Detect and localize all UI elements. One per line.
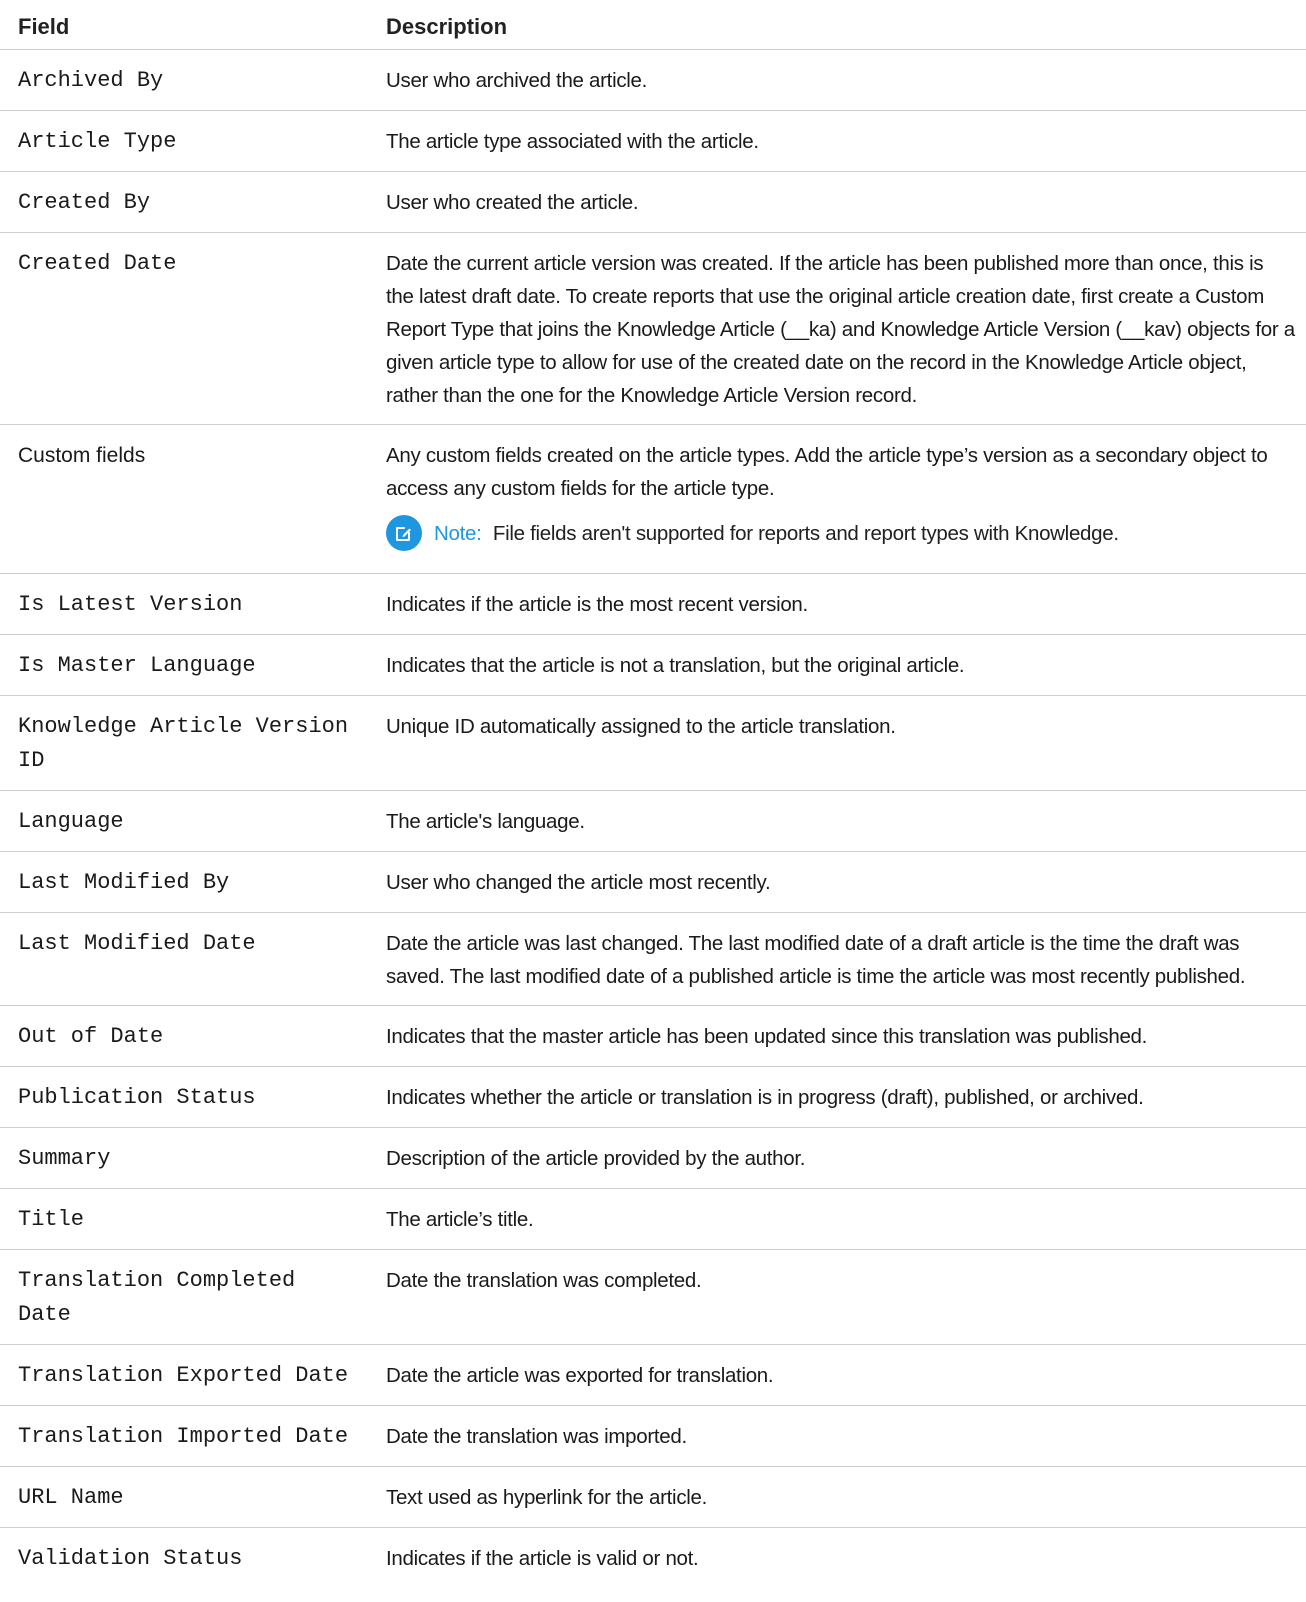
table-row: Translation Completed Date Date the tran… <box>0 1249 1306 1345</box>
field-name: Is Master Language <box>18 653 256 678</box>
field-name: Archived By <box>18 68 164 93</box>
table-row: Last Modified By User who changed the ar… <box>0 851 1306 913</box>
field-name: Last Modified Date <box>18 931 256 956</box>
table-row: Knowledge Article Version ID Unique ID a… <box>0 695 1306 791</box>
field-column-header: Field <box>0 0 368 50</box>
table-row: Created By User who created the article. <box>0 171 1306 233</box>
field-description: Date the article was last changed. The l… <box>386 932 1246 988</box>
table-header-row: Field Description <box>0 0 1306 50</box>
field-name: Created By <box>18 190 151 215</box>
field-description: Indicates if the article is valid or not… <box>386 1547 699 1570</box>
table-row: Language The article's language. <box>0 790 1306 852</box>
note-label: Note: <box>434 521 482 545</box>
table-row: Translation Imported Date Date the trans… <box>0 1405 1306 1467</box>
field-name: URL Name <box>18 1485 124 1510</box>
field-name: Created Date <box>18 251 177 276</box>
field-description: Indicates that the master article has be… <box>386 1025 1148 1048</box>
field-name: Translation Completed Date <box>18 1268 296 1327</box>
table-row: Title The article’s title. <box>0 1188 1306 1250</box>
field-description-table: Field Description Archived By User who a… <box>0 0 1306 1588</box>
field-description: Date the translation was completed. <box>386 1269 702 1292</box>
description-column-header: Description <box>368 0 1306 50</box>
field-name: Is Latest Version <box>18 592 243 617</box>
field-name: Knowledge Article Version ID <box>18 714 349 773</box>
field-description: Description of the article provided by t… <box>386 1147 806 1170</box>
field-description: Unique ID automatically assigned to the … <box>386 715 896 738</box>
note-callout: Note: File fields aren't supported for r… <box>386 515 1296 551</box>
table-row: Publication Status Indicates whether the… <box>0 1066 1306 1128</box>
field-description: Date the current article version was cre… <box>386 252 1295 407</box>
table-row: Archived By User who archived the articl… <box>0 49 1306 111</box>
field-name: Title <box>18 1207 85 1232</box>
field-description: The article type associated with the art… <box>386 130 759 153</box>
field-description: Indicates that the article is not a tran… <box>386 654 965 677</box>
field-description: Indicates if the article is the most rec… <box>386 593 808 616</box>
table-row: Validation Status Indicates if the artic… <box>0 1528 1306 1589</box>
field-name: Out of Date <box>18 1024 164 1049</box>
field-description: Any custom fields created on the article… <box>386 444 1268 500</box>
field-name: Translation Imported Date <box>18 1424 349 1449</box>
note-text: File fields aren't supported for reports… <box>492 521 1119 545</box>
edit-note-icon <box>386 515 422 551</box>
field-name: Validation Status <box>18 1546 243 1571</box>
field-name: Last Modified By <box>18 870 230 895</box>
field-name: Translation Exported Date <box>18 1363 349 1388</box>
table-row: Article Type The article type associated… <box>0 110 1306 172</box>
table-row: Summary Description of the article provi… <box>0 1127 1306 1189</box>
field-name: Article Type <box>18 129 177 154</box>
field-name: Publication Status <box>18 1085 256 1110</box>
field-description: Text used as hyperlink for the article. <box>386 1486 708 1509</box>
table-row: Translation Exported Date Date the artic… <box>0 1344 1306 1406</box>
field-description: Date the article was exported for transl… <box>386 1364 774 1387</box>
field-description: Indicates whether the article or transla… <box>386 1086 1144 1109</box>
field-description: User who archived the article. <box>386 69 648 92</box>
field-description: User who changed the article most recent… <box>386 871 771 894</box>
field-name: Language <box>18 809 124 834</box>
field-description: User who created the article. <box>386 191 639 214</box>
field-name: Summary <box>18 1146 111 1171</box>
field-description: The article's language. <box>386 810 585 833</box>
table-row: URL Name Text used as hyperlink for the … <box>0 1466 1306 1528</box>
table-row: Created Date Date the current article ve… <box>0 232 1306 425</box>
field-name: Custom fields <box>18 444 146 467</box>
table-row: Custom fields Any custom fields created … <box>0 424 1306 574</box>
field-description: The article’s title. <box>386 1208 534 1231</box>
table-row: Is Master Language Indicates that the ar… <box>0 634 1306 696</box>
table-row: Out of Date Indicates that the master ar… <box>0 1005 1306 1067</box>
table-row: Last Modified Date Date the article was … <box>0 912 1306 1006</box>
table-row: Is Latest Version Indicates if the artic… <box>0 573 1306 635</box>
field-description: Date the translation was imported. <box>386 1425 687 1448</box>
